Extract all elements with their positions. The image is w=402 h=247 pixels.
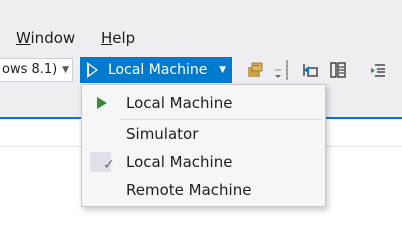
layout-icon[interactable] [328,60,348,80]
run-target-label: Local Machine [108,62,208,78]
navigate-icon[interactable] [300,60,320,80]
chevron-down-icon: ▼ [62,65,69,75]
dropdown-item-label: Simulator [126,125,199,143]
checkmark-icon: ✓ [103,157,115,173]
dropdown-item-remote-machine[interactable]: Remote Machine [82,177,325,203]
toolbar-separator [286,60,288,80]
run-target-dropdown: Local Machine Simulator ✓ Local Machine … [81,84,326,207]
dropdown-item-label: Remote Machine [126,181,252,199]
chevron-down-icon[interactable]: ▼ [219,57,226,83]
platform-dropdown[interactable]: ows 8.1) ▼ [0,58,73,82]
menu-help[interactable]: Help [101,29,135,47]
menu-window-label: indow [30,29,76,47]
dropdown-item-simulator[interactable]: Simulator [82,121,325,147]
run-target-button[interactable]: Local Machine ▼ [80,57,232,83]
dropdown-header-item[interactable]: Local Machine [82,90,325,116]
play-icon [87,62,98,78]
overflow-chevron-icon[interactable] [268,60,288,80]
dropdown-item-local-machine[interactable]: ✓ Local Machine [82,149,325,175]
folder-icon[interactable] [246,60,266,80]
platform-value: ows 8.1) [2,62,58,77]
menu-window[interactable]: Window [16,29,75,47]
indent-icon[interactable] [368,60,388,80]
dropdown-header-label: Local Machine [126,94,233,112]
menu-help-accel: H [101,29,113,47]
checkmark-background: ✓ [90,152,115,173]
menu-help-label: elp [112,29,136,47]
dropdown-item-label: Local Machine [126,153,233,171]
menu-window-accel: W [16,29,31,47]
menu-bar: Window Help ows 8.1) ▼ Local Machine ▼ [0,0,402,84]
play-icon [97,97,107,109]
dropdown-separator [120,119,322,120]
